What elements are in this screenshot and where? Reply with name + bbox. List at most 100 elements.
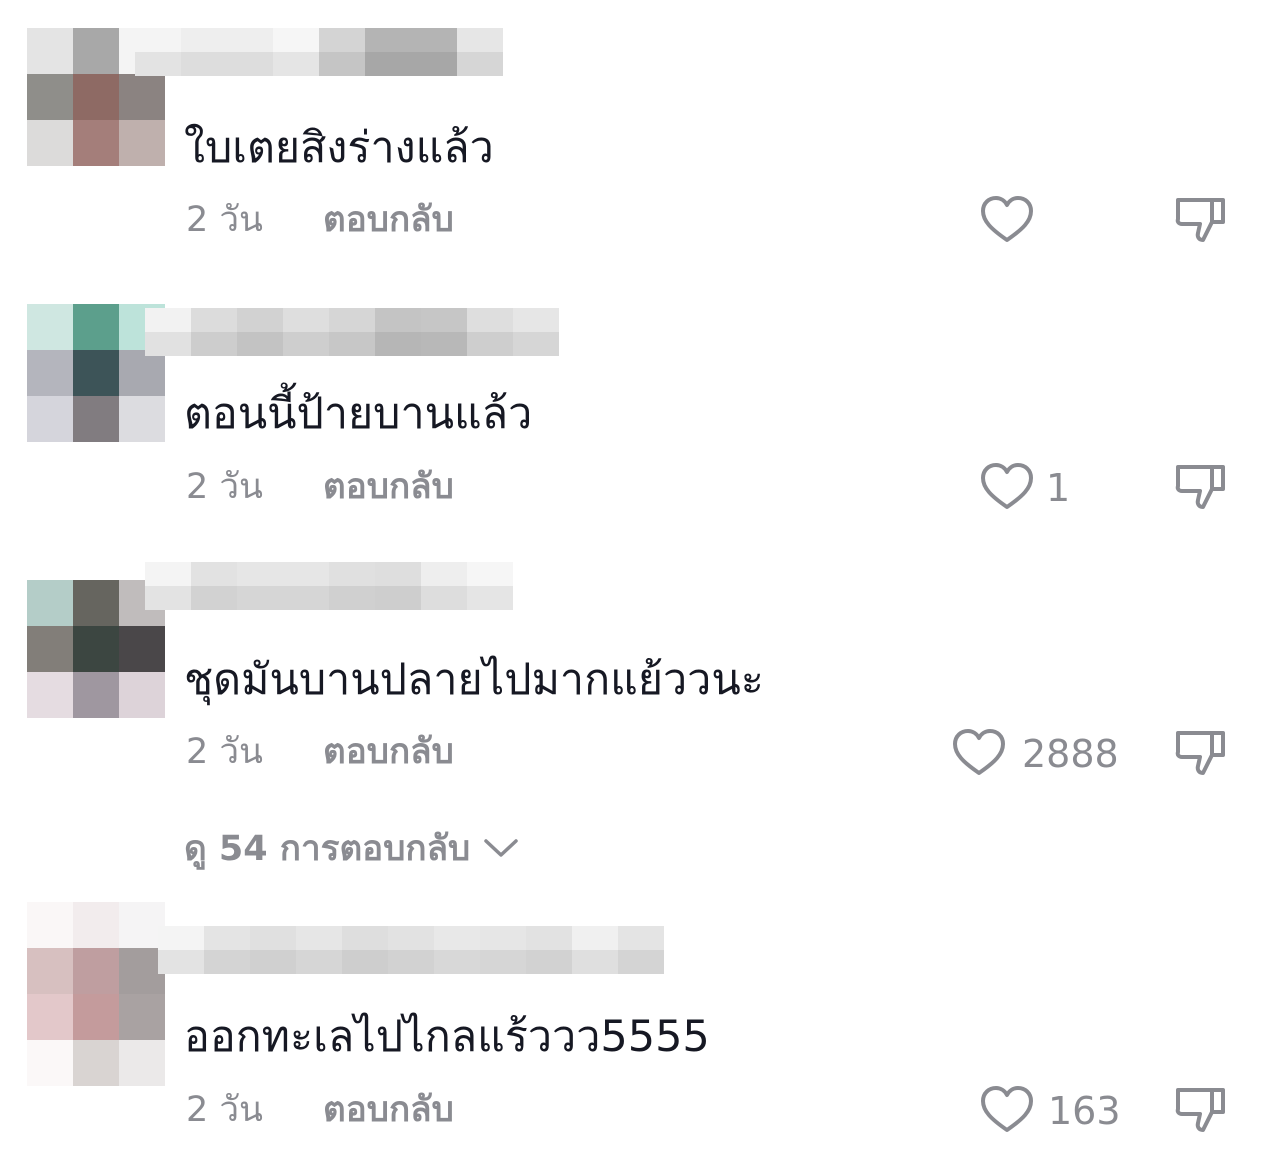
avatar-pixel bbox=[27, 580, 73, 626]
thumbs-down-icon[interactable] bbox=[1172, 727, 1230, 779]
username-pixel bbox=[342, 950, 388, 974]
avatar-pixel bbox=[27, 120, 73, 166]
username-pixel bbox=[421, 562, 467, 586]
username-pixel bbox=[283, 308, 329, 332]
username-pixel bbox=[375, 332, 421, 356]
username-pixel bbox=[375, 586, 421, 610]
username-pixel bbox=[145, 332, 191, 356]
comment-time: 2 วัน bbox=[186, 200, 263, 240]
avatar-pixel bbox=[27, 994, 73, 1040]
username-pixel bbox=[145, 308, 191, 332]
username-pixel bbox=[329, 332, 375, 356]
username-pixel bbox=[421, 308, 467, 332]
avatar-pixel bbox=[27, 396, 73, 442]
username-pixel bbox=[296, 926, 342, 950]
avatar-pixel bbox=[73, 902, 119, 948]
avatar-pixel bbox=[73, 396, 119, 442]
avatar-pixel bbox=[73, 994, 119, 1040]
like-count: 2888 bbox=[1022, 732, 1119, 776]
username-pixel bbox=[572, 926, 618, 950]
like-count: 163 bbox=[1048, 1089, 1121, 1133]
avatar-pixel bbox=[73, 672, 119, 718]
username-pixel bbox=[145, 562, 191, 586]
avatar-pixel bbox=[119, 672, 165, 718]
username-pixel bbox=[467, 586, 513, 610]
username-pixel bbox=[467, 308, 513, 332]
reply-button[interactable]: ตอบกลับ bbox=[323, 730, 454, 774]
username-pixel bbox=[480, 926, 526, 950]
reply-button[interactable]: ตอบกลับ bbox=[323, 198, 454, 242]
avatar-pixel bbox=[119, 120, 165, 166]
username-pixel bbox=[434, 950, 480, 974]
username-pixel bbox=[618, 950, 664, 974]
username-pixel bbox=[513, 308, 559, 332]
username-pixel bbox=[342, 926, 388, 950]
username-pixel bbox=[457, 52, 503, 76]
username-pixel bbox=[204, 926, 250, 950]
username-pixel bbox=[457, 28, 503, 52]
username-pixel bbox=[296, 950, 342, 974]
username-pixel bbox=[283, 562, 329, 586]
avatar-pixel bbox=[119, 626, 165, 672]
username-pixel bbox=[388, 950, 434, 974]
heart-outline-icon[interactable] bbox=[978, 194, 1036, 246]
username[interactable] bbox=[145, 308, 559, 356]
username-pixel bbox=[145, 586, 191, 610]
heart-outline-icon[interactable] bbox=[978, 1084, 1036, 1136]
avatar-pixel bbox=[73, 626, 119, 672]
username-pixel bbox=[421, 332, 467, 356]
avatar-pixel bbox=[27, 350, 73, 396]
chevron-down-icon bbox=[484, 839, 519, 857]
username-pixel bbox=[329, 586, 375, 610]
username-pixel bbox=[375, 308, 421, 332]
username-pixel bbox=[273, 28, 319, 52]
username-pixel bbox=[467, 332, 513, 356]
avatar-pixel bbox=[73, 304, 119, 350]
username-pixel bbox=[319, 28, 365, 52]
thumbs-down-icon[interactable] bbox=[1172, 461, 1230, 513]
username-pixel bbox=[273, 52, 319, 76]
avatar[interactable] bbox=[27, 902, 165, 1086]
username-pixel bbox=[283, 586, 329, 610]
username-pixel bbox=[227, 52, 273, 76]
comment-time: 2 วัน bbox=[186, 732, 263, 772]
view-replies-label: ดู 54 การตอบกลับ bbox=[184, 828, 471, 869]
username[interactable] bbox=[145, 562, 513, 610]
reply-button[interactable]: ตอบกลับ bbox=[323, 465, 454, 509]
avatar-pixel bbox=[27, 902, 73, 948]
avatar-pixel bbox=[27, 304, 73, 350]
username[interactable] bbox=[135, 28, 503, 76]
avatar-pixel bbox=[27, 672, 73, 718]
comment-time: 2 วัน bbox=[186, 467, 263, 507]
heart-outline-icon[interactable] bbox=[950, 727, 1008, 779]
comment-text: ออกทะเลไปไกลแร้ววว5555 bbox=[184, 1012, 710, 1062]
avatar-pixel bbox=[27, 74, 73, 120]
username[interactable] bbox=[158, 926, 664, 974]
username-pixel bbox=[237, 332, 283, 356]
username-pixel bbox=[227, 28, 273, 52]
reply-button[interactable]: ตอบกลับ bbox=[323, 1088, 454, 1132]
username-pixel bbox=[237, 308, 283, 332]
username-pixel bbox=[513, 332, 559, 356]
username-pixel bbox=[135, 52, 181, 76]
view-replies-button[interactable]: ดู 54 การตอบกลับ bbox=[184, 822, 520, 874]
username-pixel bbox=[365, 52, 411, 76]
username-pixel bbox=[250, 950, 296, 974]
avatar-pixel bbox=[73, 1040, 119, 1086]
username-pixel bbox=[411, 28, 457, 52]
avatar-pixel bbox=[119, 74, 165, 120]
thumbs-down-icon[interactable] bbox=[1172, 1084, 1230, 1136]
username-pixel bbox=[191, 332, 237, 356]
username-pixel bbox=[329, 562, 375, 586]
thumbs-down-icon[interactable] bbox=[1172, 194, 1230, 246]
avatar-pixel bbox=[119, 994, 165, 1040]
username-pixel bbox=[283, 332, 329, 356]
username-pixel bbox=[434, 926, 480, 950]
username-pixel bbox=[237, 586, 283, 610]
username-pixel bbox=[375, 562, 421, 586]
avatar-pixel bbox=[27, 948, 73, 994]
heart-outline-icon[interactable] bbox=[978, 461, 1036, 513]
avatar-pixel bbox=[119, 396, 165, 442]
username-pixel bbox=[237, 562, 283, 586]
avatar-pixel bbox=[73, 580, 119, 626]
